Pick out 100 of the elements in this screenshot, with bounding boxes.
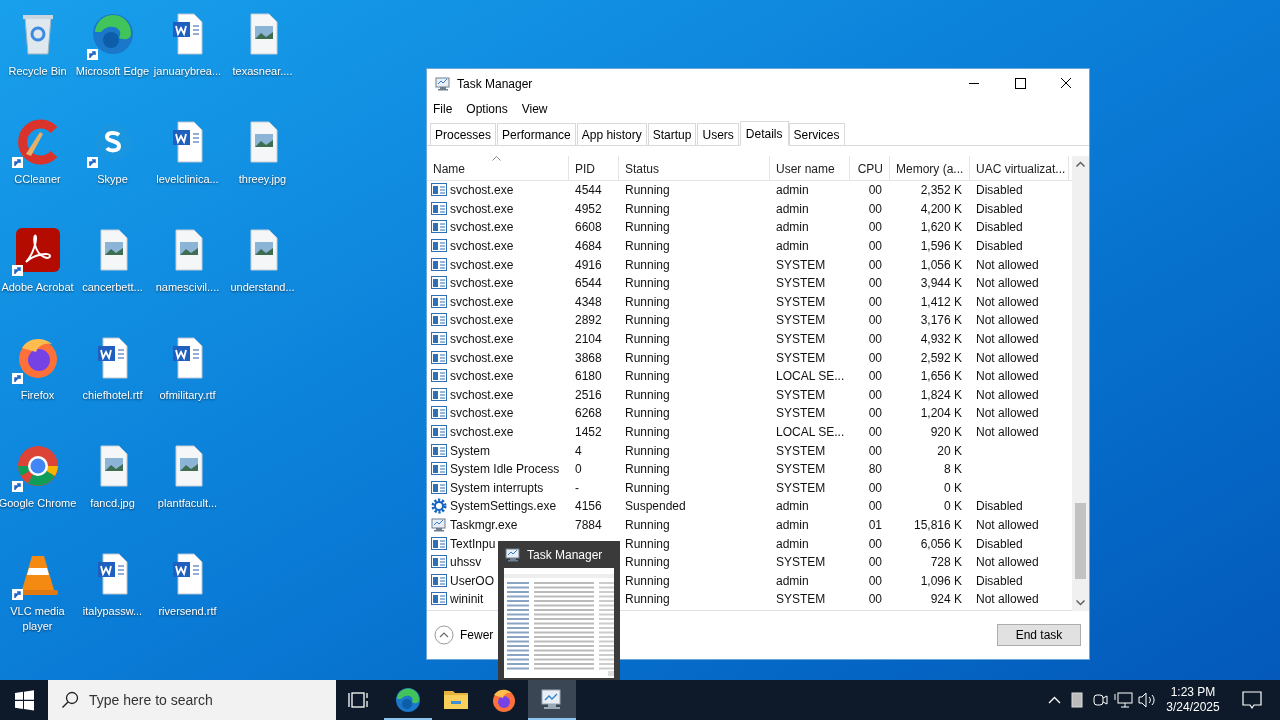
table-cell-text: 1,056 K — [920, 256, 962, 274]
tab[interactable]: Services — [788, 123, 845, 145]
table-cell-text: 3,944 K — [920, 275, 962, 293]
column-header[interactable]: Memory (a... — [896, 159, 964, 178]
table-cell-text: Running — [625, 200, 670, 218]
column-header[interactable]: Name — [433, 159, 465, 178]
acrobat-logo-icon[interactable] — [13, 226, 62, 274]
table-cell-text: 3868 — [575, 349, 602, 367]
table-cell-text: SYSTEM — [776, 461, 826, 479]
table-cell-text: Not allowed — [976, 331, 1039, 349]
program-window-icon — [431, 293, 447, 310]
table-cell[interactable]: SystemSettings.exe — [450, 497, 557, 516]
table-cell-text: Suspended — [625, 498, 686, 516]
table-cell[interactable]: TextInpu — [450, 534, 496, 553]
table-cell-text: Running — [625, 517, 670, 534]
table-cell-text: 00 — [868, 554, 882, 572]
table-cell-text: SYSTEM — [776, 591, 826, 609]
table-cell[interactable]: System — [450, 441, 490, 460]
program-window-icon — [431, 349, 447, 366]
table-cell-text: 4952 — [575, 200, 602, 218]
table-cell-text: Not allowed — [976, 293, 1039, 311]
scrollbar-thumb[interactable] — [1075, 503, 1086, 579]
end-task-button[interactable]: End task — [997, 624, 1081, 646]
table-cell[interactable]: uhssv — [450, 553, 482, 572]
table-cell-text: 00 — [868, 256, 882, 274]
clock-time[interactable]: 1:23 PM — [1170, 685, 1216, 700]
table-cell-text: admin — [776, 517, 809, 534]
menu-item[interactable]: Options — [466, 99, 508, 118]
table-cell-text: 00 — [868, 293, 882, 311]
table-cell[interactable]: System Idle Process — [450, 460, 560, 479]
search-icon — [61, 691, 79, 709]
table-cell-text: 00 — [868, 386, 882, 404]
column-header[interactable]: UAC virtualizat... — [976, 159, 1066, 178]
table-cell-text: Disabled — [976, 238, 1023, 256]
program-window-icon — [431, 312, 447, 329]
table-cell[interactable]: svchost.exe — [450, 255, 514, 274]
table-cell-text: Running — [625, 349, 670, 367]
table-cell-text: 1,620 K — [920, 219, 962, 237]
gear-icon — [431, 498, 447, 515]
table-cell-text: 3,176 K — [920, 312, 962, 330]
tab[interactable]: Startup — [647, 123, 697, 145]
tab[interactable]: Details — [739, 121, 789, 146]
table-cell[interactable]: svchost.exe — [450, 423, 514, 441]
table-cell[interactable]: svchost.exe — [450, 237, 514, 256]
menu-item[interactable]: File — [433, 99, 453, 118]
table-cell[interactable]: svchost.exe — [450, 385, 514, 404]
table-cell[interactable]: svchost.exe — [450, 274, 514, 293]
table-cell-text: SYSTEM — [776, 293, 826, 311]
table-cell-text: Running — [625, 238, 670, 256]
table-cell-text: Not allowed — [976, 591, 1039, 609]
table-cell[interactable]: svchost.exe — [450, 367, 514, 386]
table-cell-text: 00 — [868, 219, 882, 237]
table-cell[interactable]: svchost.exe — [450, 348, 514, 367]
table-cell-text: 4348 — [575, 293, 602, 311]
table-cell-text: 2,592 K — [920, 349, 962, 367]
table-cell[interactable]: svchost.exe — [450, 330, 514, 349]
table-cell[interactable]: svchost.exe — [450, 181, 514, 200]
table-cell-text: 2892 — [575, 312, 602, 330]
column-header[interactable]: CPU — [857, 159, 883, 178]
table-cell-text: 00 — [868, 572, 882, 590]
tab[interactable]: Performance — [497, 123, 576, 145]
table-cell[interactable]: svchost.exe — [450, 404, 514, 423]
table-cell-text: 0 K — [944, 479, 962, 497]
column-header[interactable]: User name — [776, 159, 835, 178]
task-manager-icon — [435, 75, 451, 92]
table-cell-text: 00 — [868, 479, 882, 497]
table-cell[interactable]: svchost.exe — [450, 199, 514, 218]
table-cell[interactable]: UserOO — [450, 571, 494, 590]
table-cell[interactable]: svchost.exe — [450, 292, 514, 311]
collapse-icon[interactable] — [434, 625, 454, 645]
table-cell[interactable]: wininit — [450, 590, 484, 609]
table-cell-text: 4,200 K — [920, 200, 962, 218]
table-cell[interactable]: Taskmgr.exe — [450, 516, 518, 534]
table-cell[interactable]: System interrupts — [450, 478, 544, 497]
clock-date[interactable]: 3/24/2025 — [1166, 700, 1220, 715]
column-header[interactable]: Status — [625, 159, 660, 178]
search-field[interactable]: Type here to search — [48, 680, 336, 720]
table-cell-text: 00 — [868, 591, 882, 609]
program-window-icon — [431, 572, 447, 589]
tab[interactable]: App history — [576, 123, 647, 145]
menu-item[interactable]: View — [521, 99, 548, 118]
table-cell-text: Running — [625, 424, 670, 441]
fewer-details-link[interactable]: Fewer — [460, 626, 494, 644]
taskbar-preview[interactable]: Task Manager — [498, 541, 620, 680]
table-cell-text: 00 — [868, 368, 882, 386]
table-cell-text: Running — [625, 368, 670, 386]
table-cell-text: Running — [625, 405, 670, 423]
table-cell[interactable]: svchost.exe — [450, 311, 514, 330]
desktop-icon-label[interactable]: plantfacult... — [148, 496, 227, 511]
table-cell-text: 1,412 K — [920, 293, 962, 311]
program-window-icon — [431, 256, 447, 273]
desktop-icon-label[interactable]: Google Chrome — [0, 496, 77, 511]
table-cell-text: 1452 — [575, 424, 602, 441]
table-cell-text: - — [575, 479, 579, 497]
tab[interactable]: Users — [697, 123, 739, 145]
tab[interactable]: Processes — [430, 123, 497, 145]
program-window-icon — [431, 219, 447, 236]
program-window-icon — [431, 368, 447, 385]
column-header[interactable]: PID — [575, 159, 595, 178]
table-cell[interactable]: svchost.exe — [450, 218, 514, 237]
